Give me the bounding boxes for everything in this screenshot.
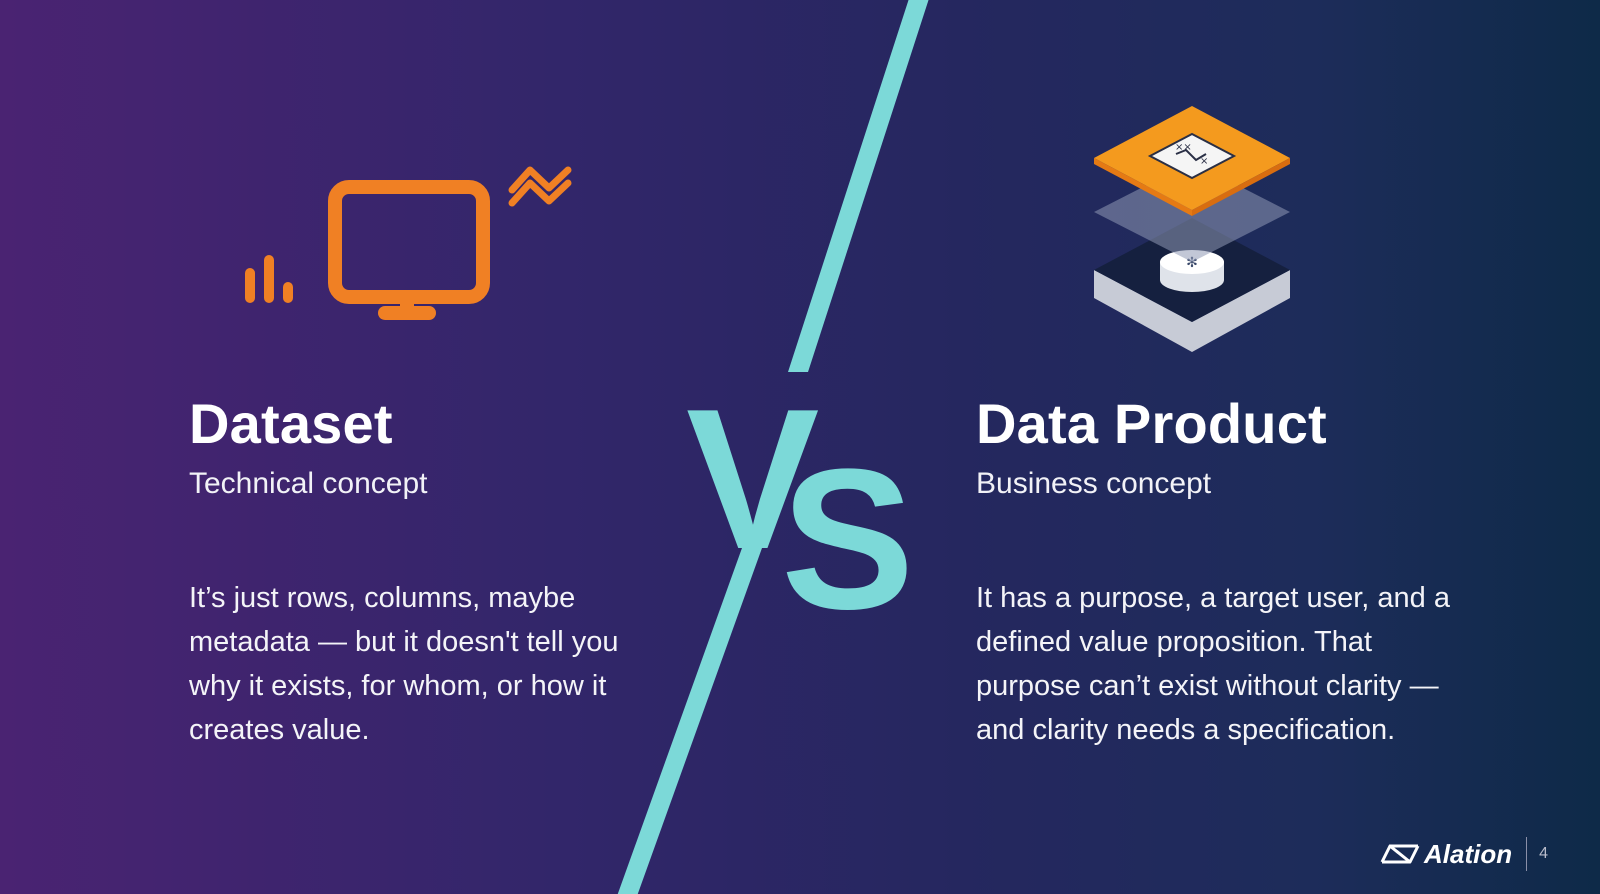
svg-text:×: × [1200, 156, 1208, 167]
alation-mark-icon [1380, 844, 1420, 864]
alation-logo: Alation [1380, 839, 1512, 870]
footer: Alation 4 [1380, 834, 1548, 874]
page-number: 4 [1539, 845, 1548, 862]
brand-name: Alation [1423, 838, 1513, 869]
vs-letter-s: S [781, 428, 914, 651]
data-product-title: Data Product [976, 392, 1327, 455]
data-product-subtitle: Business concept [976, 467, 1212, 500]
footer-divider [1526, 837, 1528, 871]
dataset-title: Dataset [189, 392, 393, 455]
dataset-subtitle: Technical concept [189, 467, 428, 500]
svg-text:××: ×× [1175, 142, 1192, 153]
dataset-description: It’s just rows, columns, maybe metadata … [189, 582, 619, 746]
data-product-description: It has a purpose, a target user, and a d… [976, 582, 1450, 746]
slide: ✻ ×× × V S Dataset Technical concept It’… [0, 0, 1600, 894]
